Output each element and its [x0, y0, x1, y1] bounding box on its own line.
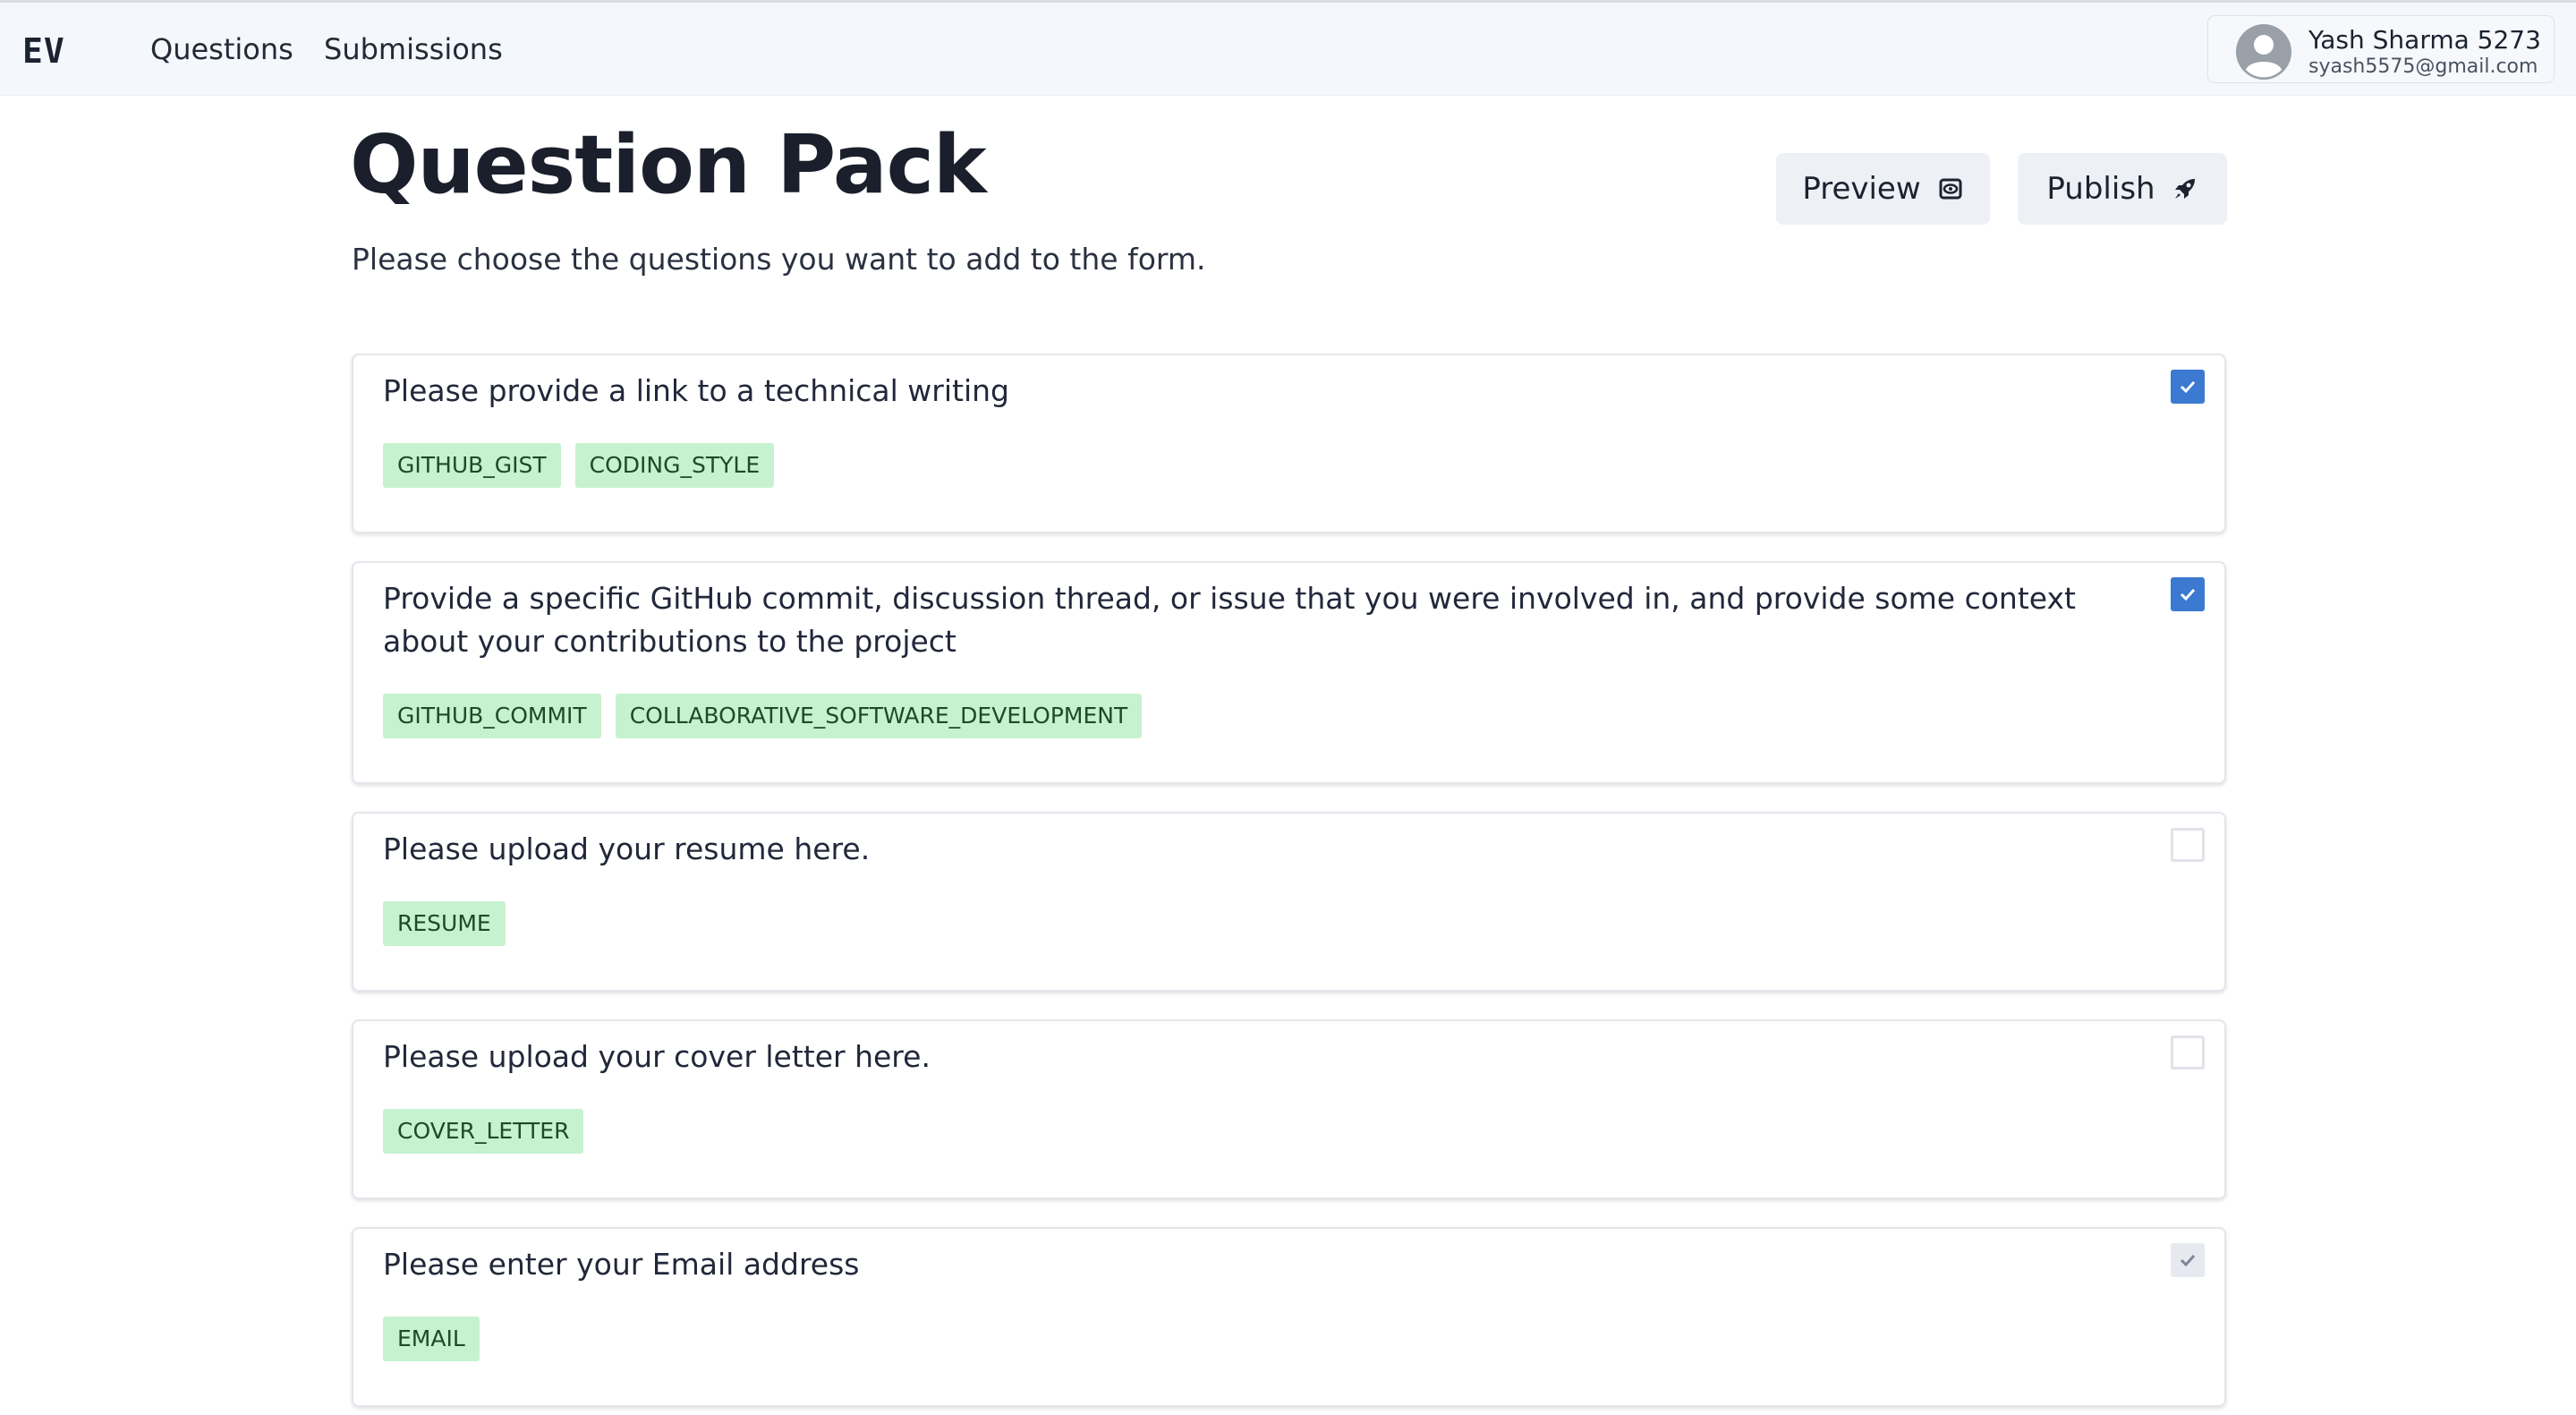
page-subtitle: Please choose the questions you want to … [352, 242, 1206, 277]
tag: GITHUB_GIST [383, 443, 561, 488]
preview-label: Preview [1802, 171, 1921, 207]
tag: COVER_LETTER [383, 1109, 584, 1154]
page-title: Question Pack [350, 118, 987, 212]
user-email: syash5575@gmail.com [2308, 55, 2538, 78]
rocket-icon [2174, 179, 2195, 199]
tag-list: GITHUB_COMMIT COLLABORATIVE_SOFTWARE_DEV… [383, 694, 1143, 738]
tag: GITHUB_COMMIT [383, 694, 601, 738]
question-card: Please enter your Email address EMAIL [352, 1227, 2226, 1407]
question-text: Please enter your Email address [383, 1247, 860, 1282]
tag: CODING_STYLE [574, 443, 775, 488]
question-card: Please upload your cover letter here. CO… [352, 1019, 2226, 1199]
question-card: Please upload your resume here. RESUME [352, 812, 2226, 992]
question-checkbox[interactable] [2171, 1036, 2205, 1070]
tag-list: GITHUB_GIST CODING_STYLE [383, 443, 775, 488]
logo[interactable]: EV [22, 31, 65, 71]
tag: COLLABORATIVE_SOFTWARE_DEVELOPMENT [615, 694, 1143, 738]
question-checkbox[interactable] [2171, 370, 2205, 404]
question-text: Provide a specific GitHub commit, discus… [383, 581, 2076, 659]
nav-link-submissions[interactable]: Submissions [324, 32, 503, 66]
question-text: Please provide a link to a technical wri… [383, 373, 1009, 408]
question-text: Please upload your cover letter here. [383, 1039, 931, 1074]
preview-button[interactable]: Preview [1776, 153, 1990, 225]
question-card: Please provide a link to a technical wri… [352, 354, 2226, 533]
question-text: Please upload your resume here. [383, 831, 871, 866]
tag: EMAIL [383, 1317, 480, 1361]
checkmark-icon [2180, 1254, 2196, 1267]
navbar: EV Questions Submissions Yash Sharma 527… [0, 3, 2576, 96]
question-checkbox[interactable] [2171, 828, 2205, 862]
publish-button[interactable]: Publish [2018, 153, 2227, 225]
user-menu[interactable]: Yash Sharma 5273 syash5575@gmail.com [2207, 15, 2555, 83]
question-checkbox[interactable] [2171, 577, 2205, 611]
avatar-icon [2236, 24, 2291, 80]
checkmark-icon [2180, 380, 2196, 394]
user-name: Yash Sharma 5273 [2308, 25, 2541, 55]
tag: RESUME [383, 901, 506, 946]
checkmark-icon [2180, 588, 2196, 601]
preview-icon [1939, 178, 1962, 200]
tag-list: RESUME [383, 901, 506, 946]
question-checkbox[interactable] [2171, 1243, 2205, 1277]
question-card: Provide a specific GitHub commit, discus… [352, 561, 2226, 784]
tag-list: COVER_LETTER [383, 1109, 584, 1154]
tag-list: EMAIL [383, 1317, 480, 1361]
nav-link-questions[interactable]: Questions [150, 32, 293, 66]
publish-label: Publish [2046, 171, 2155, 207]
